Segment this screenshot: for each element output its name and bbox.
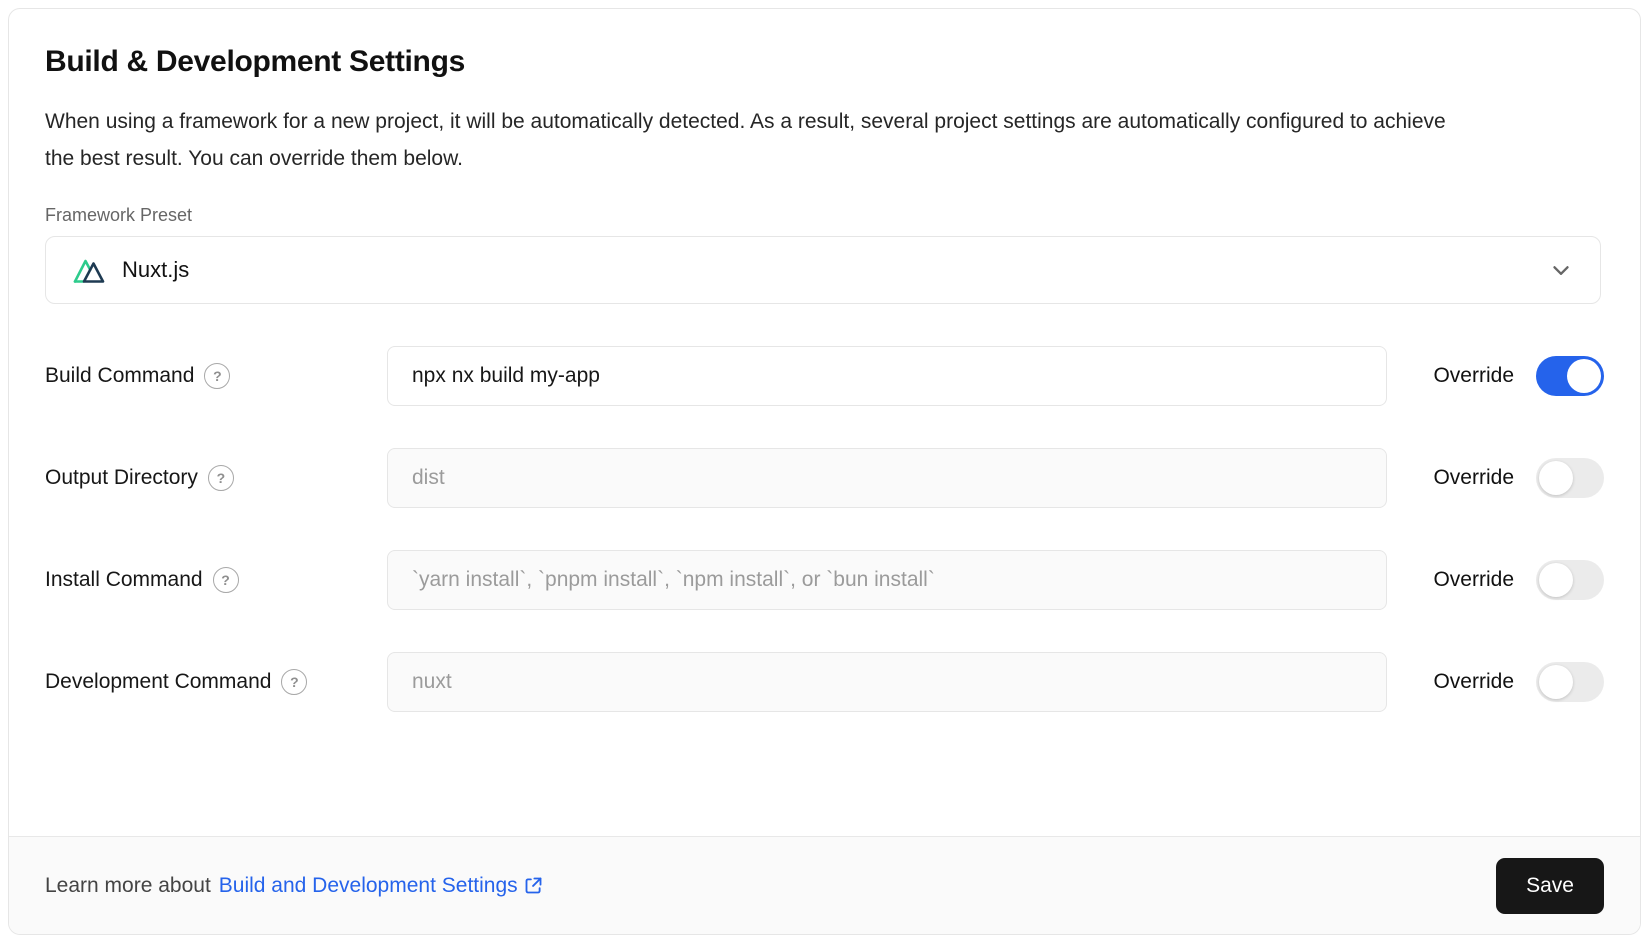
build-settings-docs-link[interactable]: Build and Development Settings (219, 874, 544, 898)
page-title: Build & Development Settings (45, 45, 1604, 79)
build-command-input[interactable] (387, 346, 1387, 406)
help-icon[interactable]: ? (208, 465, 234, 491)
build-settings-card: Build & Development Settings When using … (8, 8, 1641, 935)
help-icon[interactable]: ? (204, 363, 230, 389)
override-label: Override (1433, 670, 1514, 694)
install-command-input[interactable] (387, 550, 1387, 610)
output-directory-input[interactable] (387, 448, 1387, 508)
install-command-override-toggle[interactable] (1536, 560, 1604, 600)
framework-preset-select[interactable]: Nuxt.js (45, 236, 1601, 304)
framework-selected-value: Nuxt.js (122, 257, 189, 283)
override-label: Override (1433, 466, 1514, 490)
card-footer: Learn more about Build and Development S… (9, 836, 1640, 934)
settings-description: When using a framework for a new project… (45, 103, 1465, 177)
build-command-row: Build Command ? Override (45, 346, 1604, 406)
learn-more-text: Learn more about Build and Development S… (45, 874, 544, 898)
chevron-down-icon (1548, 257, 1574, 283)
install-command-row: Install Command ? Override (45, 550, 1604, 610)
external-link-icon (523, 875, 544, 896)
card-body: Build & Development Settings When using … (9, 9, 1640, 836)
toggle-knob (1567, 359, 1601, 393)
override-label: Override (1433, 568, 1514, 592)
development-command-input[interactable] (387, 652, 1387, 712)
help-icon[interactable]: ? (213, 567, 239, 593)
framework-preset-label: Framework Preset (45, 205, 1604, 226)
output-directory-override-toggle[interactable] (1536, 458, 1604, 498)
override-label: Override (1433, 364, 1514, 388)
toggle-knob (1539, 563, 1573, 597)
save-button[interactable]: Save (1496, 858, 1604, 914)
learn-more-link-label: Build and Development Settings (219, 874, 518, 898)
toggle-knob (1539, 461, 1573, 495)
development-command-label: Development Command (45, 670, 271, 694)
learn-more-prefix: Learn more about (45, 874, 211, 898)
install-command-label: Install Command (45, 568, 203, 592)
nuxt-logo-icon (72, 255, 108, 285)
output-directory-row: Output Directory ? Override (45, 448, 1604, 508)
development-command-override-toggle[interactable] (1536, 662, 1604, 702)
development-command-row: Development Command ? Override (45, 652, 1604, 712)
build-command-label: Build Command (45, 364, 194, 388)
output-directory-label: Output Directory (45, 466, 198, 490)
toggle-knob (1539, 665, 1573, 699)
build-command-override-toggle[interactable] (1536, 356, 1604, 396)
help-icon[interactable]: ? (281, 669, 307, 695)
settings-rows: Build Command ? Override Output Director… (45, 346, 1604, 712)
